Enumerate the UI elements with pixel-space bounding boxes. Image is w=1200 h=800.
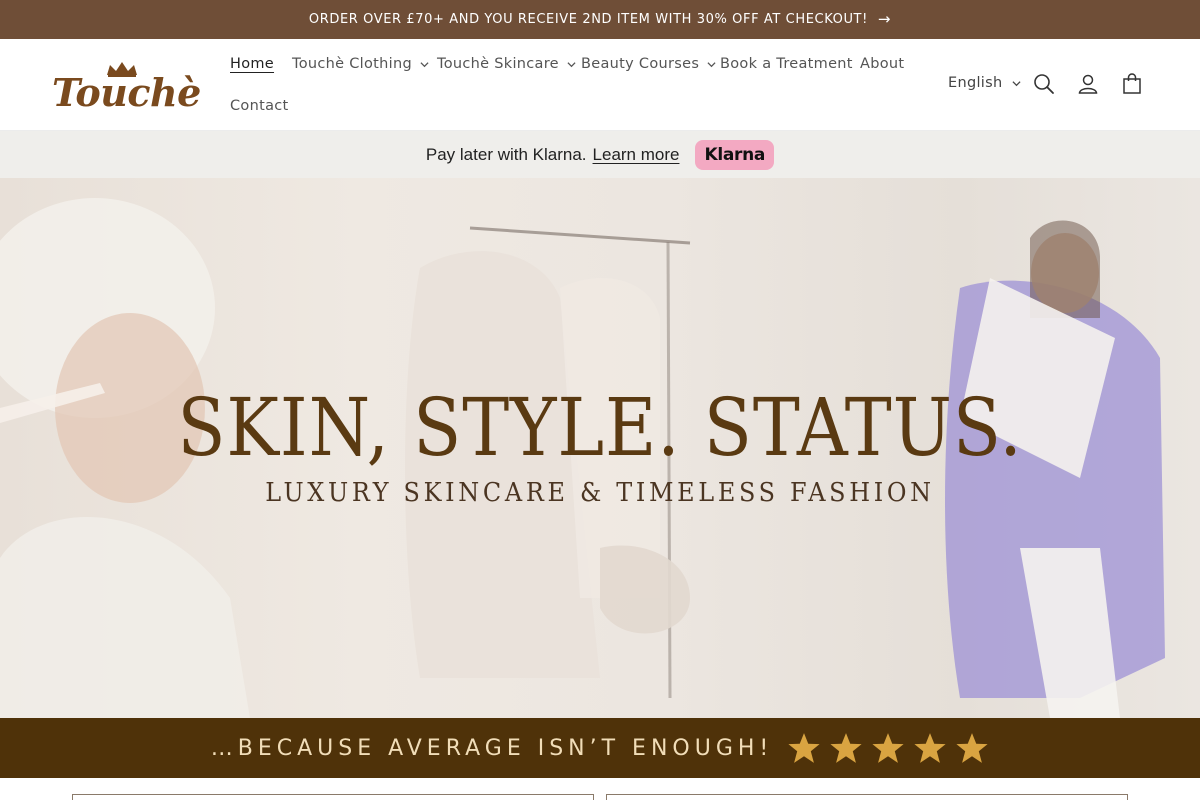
- klarna-learn-more-link[interactable]: Learn more: [593, 145, 680, 165]
- hero-title: SKIN, STYLE. STATUS.: [177, 381, 1023, 474]
- nav-label: Beauty Courses: [581, 56, 700, 72]
- nav-item-beauty-courses[interactable]: Beauty Courses: [581, 56, 716, 72]
- language-label: English: [948, 75, 1003, 91]
- account-icon[interactable]: [1076, 72, 1100, 96]
- nav-item-contact[interactable]: Contact: [230, 98, 289, 114]
- tagline-text: …BECAUSE AVERAGE ISN’T ENOUGH!: [210, 735, 774, 761]
- nav-item-book-treatment[interactable]: Book a Treatment: [720, 56, 853, 72]
- nav-item-about[interactable]: About: [860, 56, 904, 72]
- announcement-bar[interactable]: ORDER OVER £70+ AND YOU RECEIVE 2ND ITEM…: [0, 0, 1200, 39]
- content-card[interactable]: [606, 794, 1128, 800]
- main-nav: Home Touchè Clothing Touchè Skincare Bea…: [218, 39, 918, 131]
- chevron-down-icon: [420, 61, 429, 67]
- chevron-down-icon: [567, 61, 576, 67]
- chevron-down-icon: [707, 61, 716, 67]
- star-icon: [956, 733, 988, 763]
- hero-banner[interactable]: SKIN, STYLE. STATUS. LUXURY SKINCARE & T…: [0, 178, 1200, 718]
- language-selector[interactable]: English: [948, 75, 1022, 91]
- nav-label: About: [860, 56, 905, 72]
- klarna-badge: Klarna: [695, 139, 775, 170]
- star-icon: [872, 733, 904, 763]
- site-header: Touchè Home Touchè Clothing Touchè Skinc…: [0, 39, 1200, 131]
- nav-item-touche-clothing[interactable]: Touchè Clothing: [292, 56, 429, 72]
- nav-label: Home: [230, 56, 275, 72]
- star-icon: [914, 733, 946, 763]
- logo-text: Touchè: [52, 70, 201, 115]
- nav-label: Touchè Clothing: [292, 56, 412, 72]
- star-icon: [788, 733, 820, 763]
- klarna-banner: Pay later with Klarna. Learn more Klarna: [0, 131, 1200, 178]
- brand-logo[interactable]: Touchè: [52, 59, 201, 115]
- nav-item-touche-skincare[interactable]: Touchè Skincare: [437, 56, 576, 72]
- rating-stars: [787, 731, 989, 765]
- search-icon[interactable]: [1032, 72, 1056, 96]
- tagline-bar: …BECAUSE AVERAGE ISN’T ENOUGH!: [0, 718, 1200, 778]
- nav-label: Book a Treatment: [720, 56, 853, 72]
- content-card[interactable]: [72, 794, 594, 800]
- announcement-text: ORDER OVER £70+ AND YOU RECEIVE 2ND ITEM…: [308, 12, 868, 27]
- nav-label: Touchè Skincare: [437, 56, 559, 72]
- cart-icon[interactable]: [1120, 72, 1144, 96]
- star-icon: [830, 733, 862, 763]
- hero-subtitle: LUXURY SKINCARE & TIMELESS FASHION: [265, 478, 935, 508]
- arrow-right-icon: →: [877, 10, 892, 28]
- chevron-down-icon: [1012, 80, 1022, 86]
- klarna-text: Pay later with Klarna.: [425, 144, 587, 164]
- nav-item-home[interactable]: Home: [230, 56, 274, 72]
- nav-label: Contact: [230, 98, 289, 114]
